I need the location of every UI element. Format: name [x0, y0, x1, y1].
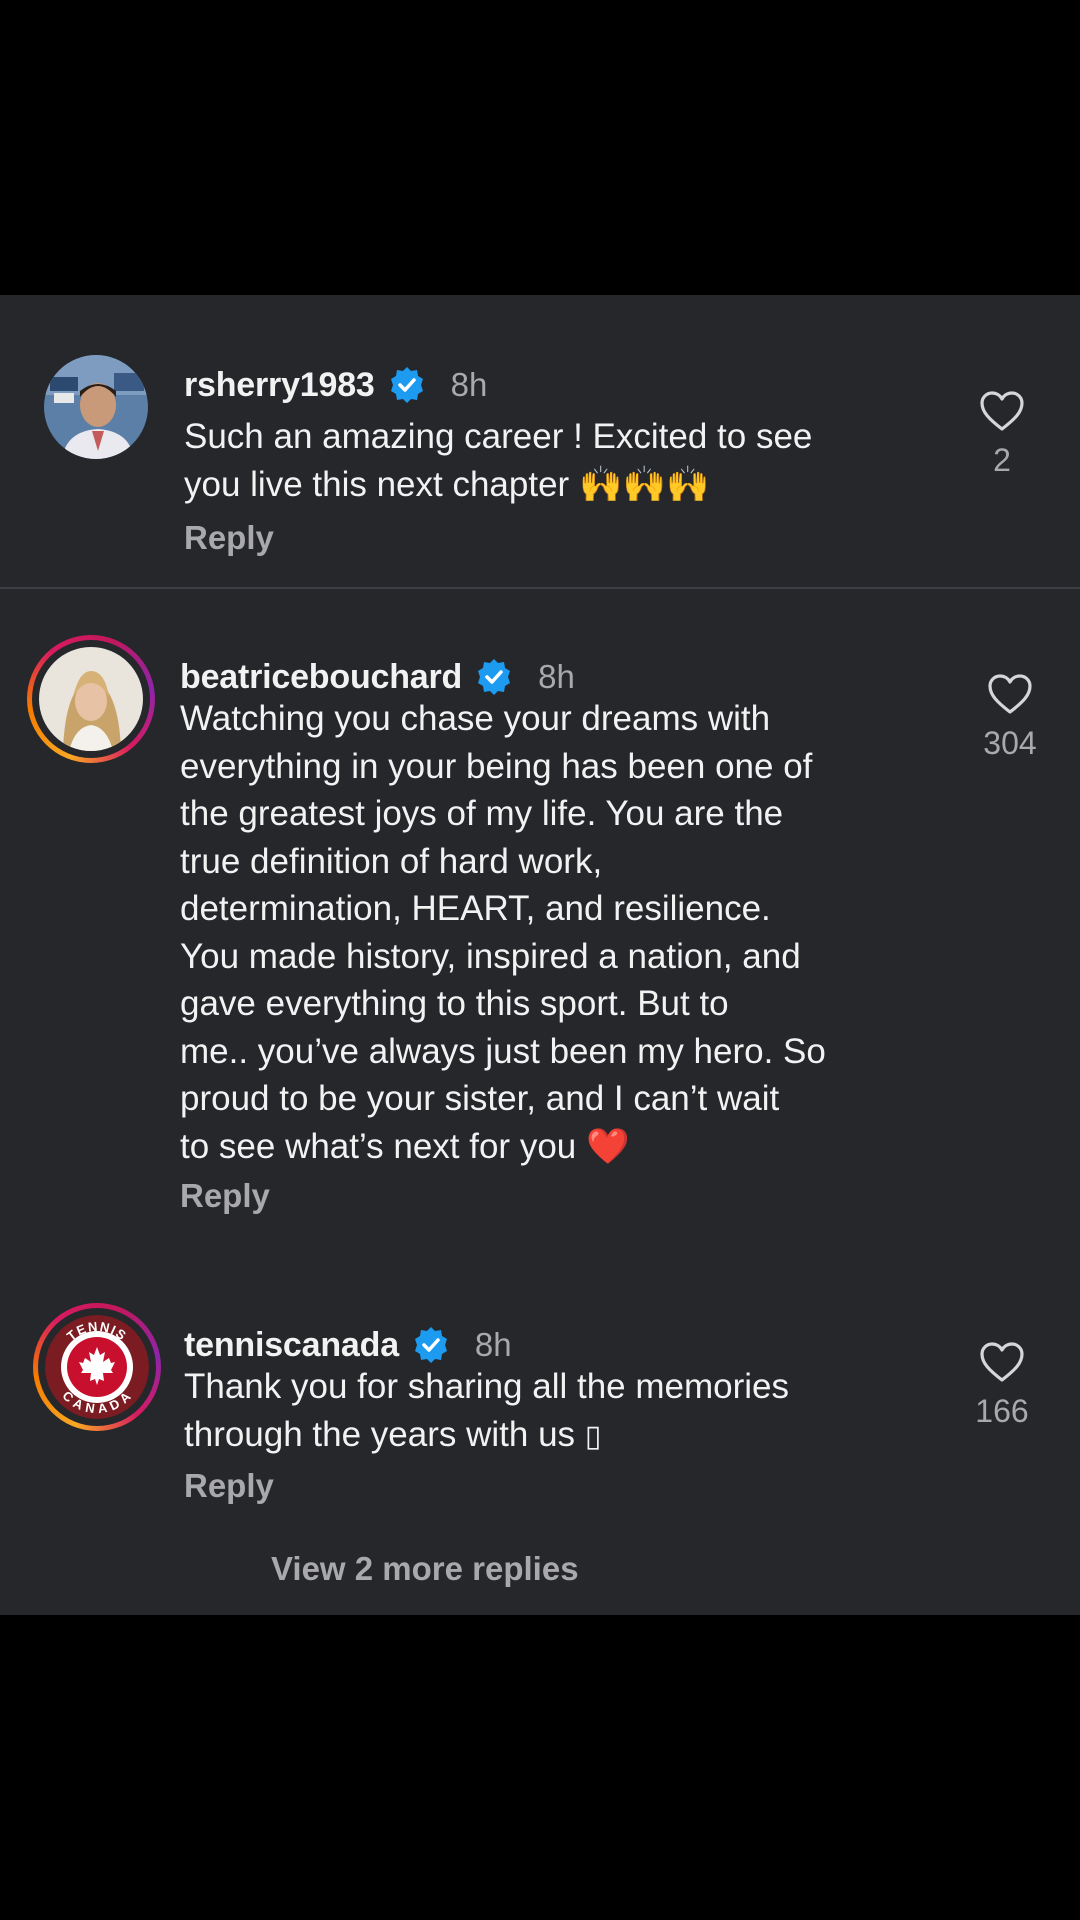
verified-badge-icon — [478, 659, 511, 695]
username[interactable]: rsherry1983 — [184, 366, 375, 405]
view-more-replies-button[interactable]: View 2 more replies — [271, 1550, 579, 1588]
avatar-story-ring[interactable]: TENNIS CANADA — [33, 1303, 161, 1431]
timestamp: 8h — [474, 1326, 512, 1363]
comment-header: tenniscanada 8h — [184, 1325, 512, 1365]
profile-photo — [39, 647, 143, 751]
reply-button[interactable]: Reply — [184, 519, 274, 557]
verified-badge-icon — [390, 367, 423, 403]
comment-header: beatricebouchard 8h — [180, 657, 575, 697]
profile-photo — [44, 355, 148, 459]
comment-text: Such an amazing career ! Excited to see … — [184, 413, 964, 509]
red-heart-emoji: ❤️ — [585, 1126, 630, 1167]
missing-glyph-emoji: ▯ — [584, 1418, 602, 1454]
comment-header: rsherry1983 8h — [184, 365, 487, 405]
like-control: 304 — [965, 673, 1055, 762]
comment-text: Thank you for sharing all the memories t… — [184, 1363, 964, 1460]
timestamp: 8h — [538, 658, 575, 695]
comments-panel: rsherry1983 8h Such an amazing career ! … — [0, 295, 1080, 1615]
like-count: 304 — [983, 725, 1037, 761]
username[interactable]: beatricebouchard — [180, 658, 462, 697]
divider — [0, 587, 1080, 589]
comment-body: Thank you for sharing all the memories t… — [184, 1367, 789, 1454]
heart-outline-icon[interactable] — [979, 390, 1025, 432]
reply-button[interactable]: Reply — [184, 1467, 274, 1505]
avatar[interactable] — [44, 355, 148, 459]
raising-hands-emoji: 🙌🙌🙌 — [578, 464, 710, 505]
timestamp: 8h — [450, 366, 488, 403]
comment-body: Such an amazing career ! Excited to see … — [184, 417, 813, 504]
like-control: 2 — [957, 390, 1047, 479]
avatar-story-ring[interactable] — [27, 635, 155, 763]
heart-outline-icon[interactable] — [987, 673, 1033, 715]
comment-body: Watching you chase your dreams with ever… — [180, 699, 826, 1166]
like-control: 166 — [957, 1341, 1047, 1430]
reply-button[interactable]: Reply — [180, 1177, 270, 1215]
verified-badge-icon — [414, 1327, 447, 1363]
comment-text: Watching you chase your dreams with ever… — [180, 695, 960, 1171]
like-count: 2 — [993, 442, 1011, 478]
username[interactable]: tenniscanada — [184, 1326, 399, 1365]
like-count: 166 — [975, 1393, 1029, 1429]
tennis-canada-logo: TENNIS CANADA — [45, 1315, 149, 1419]
heart-outline-icon[interactable] — [979, 1341, 1025, 1383]
